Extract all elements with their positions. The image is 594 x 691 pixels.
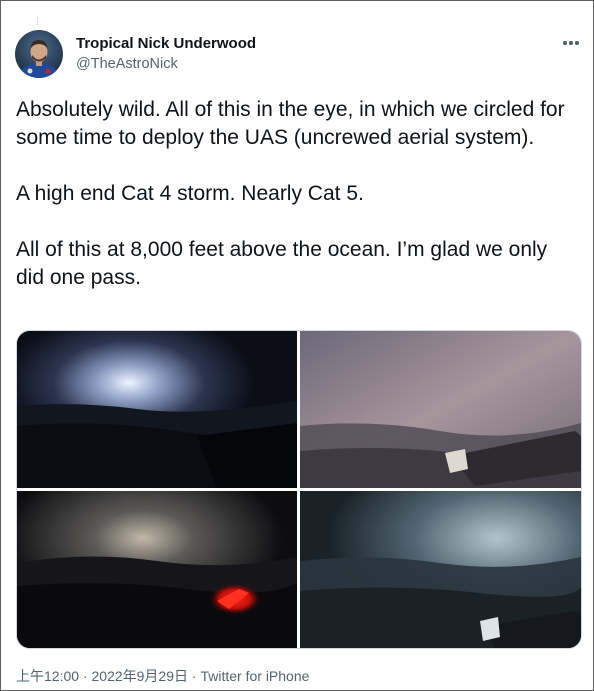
media-grid (16, 330, 582, 649)
tweet-card: Tropical Nick Underwood @TheAstroNick Ab… (0, 0, 594, 691)
separator: · (79, 668, 92, 684)
author-display-name[interactable]: Tropical Nick Underwood (76, 35, 256, 52)
tweet-paragraph: Absolutely wild. All of this in the eye,… (16, 98, 565, 149)
more-options-button[interactable] (557, 31, 585, 55)
storm-image-icon (300, 331, 581, 488)
storm-photo-1[interactable] (17, 331, 297, 488)
tweet-date[interactable]: 2022年9月29日 (92, 668, 189, 684)
storm-image-icon (17, 331, 297, 488)
tweet-footer: 上午12:00 · 2022年9月29日 · Twitter for iPhon… (16, 666, 309, 686)
storm-photo-4[interactable] (300, 491, 581, 648)
storm-image-icon (17, 491, 297, 648)
tweet-paragraph: All of this at 8,000 feet above the ocea… (16, 238, 548, 289)
ellipsis-icon (563, 41, 567, 45)
tweet-text: Absolutely wild. All of this in the eye,… (16, 96, 581, 292)
tweet-source[interactable]: Twitter for iPhone (200, 668, 309, 684)
tweet-time[interactable]: 上午12:00 (16, 668, 79, 684)
storm-photo-3[interactable] (17, 491, 297, 648)
thread-connector (37, 17, 39, 25)
separator: · (188, 668, 201, 684)
astronaut-avatar-icon (15, 30, 63, 78)
storm-image-icon (300, 491, 581, 648)
author-handle[interactable]: @TheAstroNick (76, 56, 178, 72)
author-avatar[interactable] (15, 30, 63, 78)
tweet-paragraph: A high end Cat 4 storm. Nearly Cat 5. (16, 182, 364, 205)
storm-photo-2[interactable] (300, 331, 581, 488)
